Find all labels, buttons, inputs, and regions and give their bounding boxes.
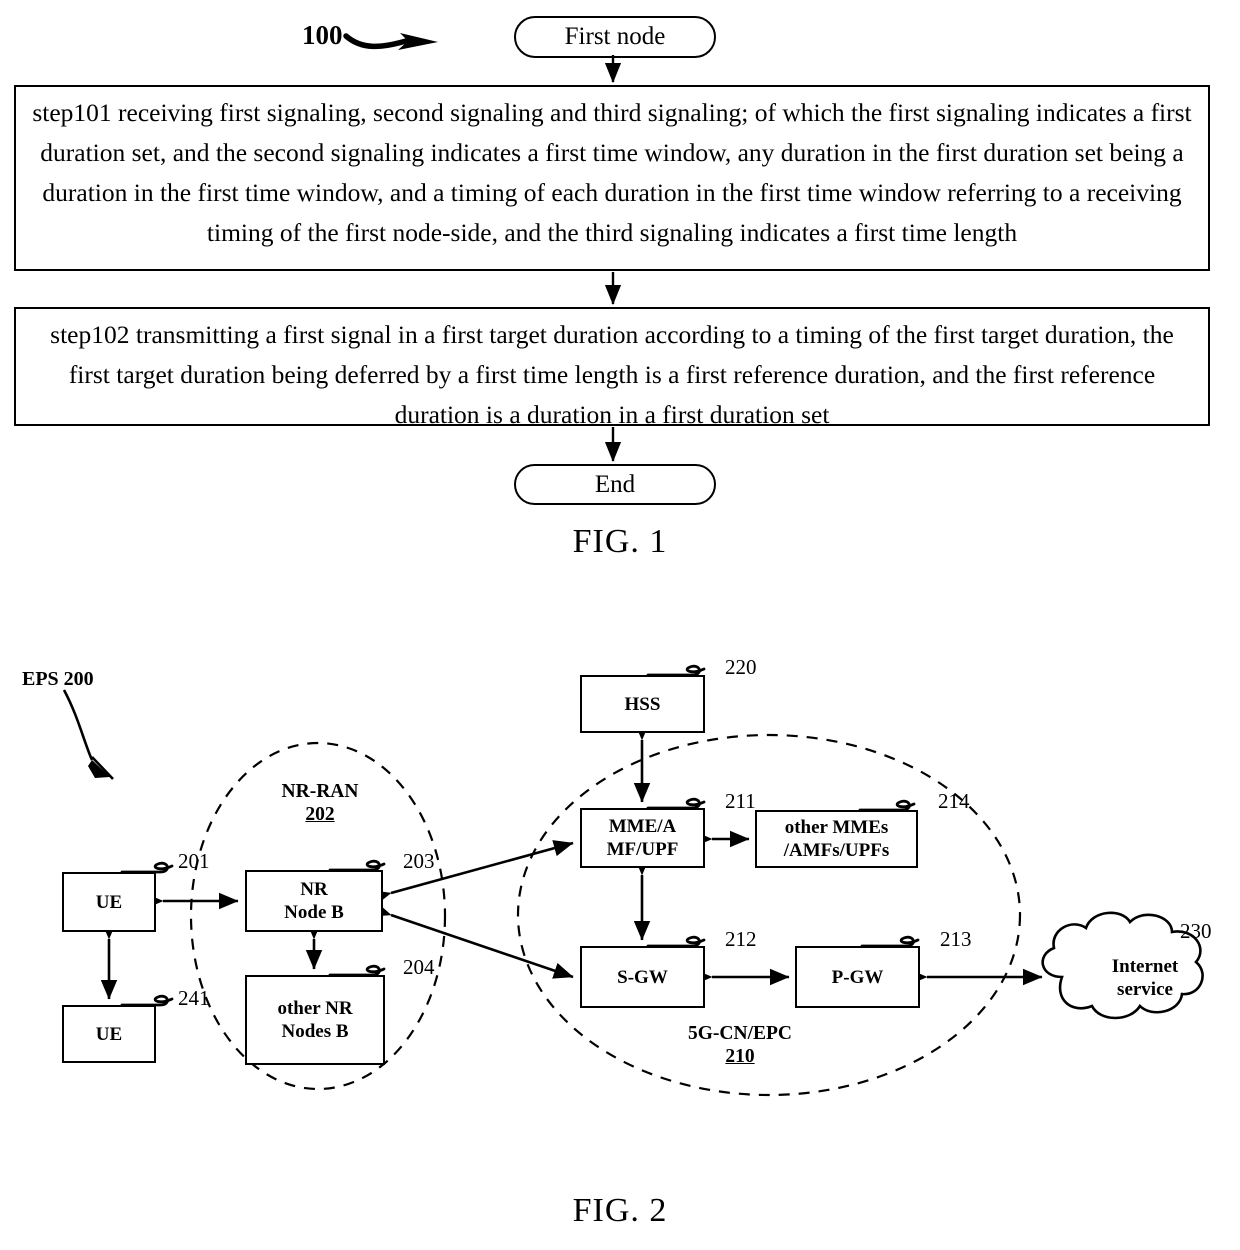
reference-numeral-230: 230 [1180, 919, 1212, 943]
node-box-ue-201: UE [62, 872, 156, 932]
reference-numeral-212: 212 [725, 927, 757, 951]
node-box-other-mmes: other MMEs /AMFs/UPFs [755, 810, 918, 868]
cloud-label-internet-service: Internet service [1060, 955, 1230, 1001]
group-label-5gcn-epc-ref: 210 [725, 1046, 755, 1067]
group-label-nr-ran: NR-RAN 202 [240, 780, 400, 826]
reference-numeral-214: 214 [938, 789, 970, 813]
node-label-line: MF/UPF [606, 839, 679, 860]
node-label-line: UE [95, 1023, 123, 1045]
node-label-line: Node B [284, 902, 344, 923]
flow-end-node: End [514, 464, 716, 505]
patent-figure-sheet: 100 First node step101 receiving first s… [0, 0, 1240, 1250]
node-label-line: Internet [1111, 956, 1179, 977]
reference-numeral-203: 203 [403, 849, 435, 873]
reference-numeral-211: 211 [725, 789, 756, 813]
eps-system-label: EPS 200 [22, 668, 94, 690]
node-label-line: other MMEs [784, 817, 889, 838]
group-label-nr-ran-ref: 202 [305, 804, 335, 825]
reference-numeral-241: 241 [178, 986, 210, 1010]
node-label-line: Nodes B [281, 1021, 349, 1042]
node-label-line: /AMFs/UPFs [783, 840, 890, 861]
figure1-reference-numeral: 100 [302, 20, 343, 50]
node-box-s-gw: S-GW [580, 946, 705, 1008]
lead-line-100 [343, 33, 438, 50]
node-box-ue-241: UE [62, 1005, 156, 1063]
node-label-line: HSS [624, 693, 661, 715]
node-label-line: S-GW [617, 966, 668, 988]
node-label-line: P-GW [831, 966, 884, 988]
node-box-hss: HSS [580, 675, 705, 733]
group-label-5gcn-epc: 5G-CN/EPC 210 [620, 1022, 860, 1068]
flow-step-102-box: step102 transmitting a first signal in a… [14, 307, 1210, 426]
node-label-line: MME/A [608, 816, 677, 837]
node-box-other-nr-nodes-b: other NR Nodes B [245, 975, 385, 1065]
flow-start-node: First node [514, 16, 716, 58]
reference-numeral-220: 220 [725, 655, 757, 679]
node-label-line: service [1117, 979, 1173, 1000]
node-label-line: UE [95, 891, 123, 913]
reference-numeral-213: 213 [940, 927, 972, 951]
flow-step-101-box: step101 receiving first signaling, secon… [14, 85, 1210, 271]
reference-numeral-201: 201 [178, 849, 210, 873]
node-label-line: NR [300, 879, 328, 900]
group-label-nr-ran-text: NR-RAN [281, 781, 359, 802]
figure1-caption: FIG. 1 [572, 523, 668, 560]
lead-line-eps-200 [62, 689, 114, 780]
figure2-caption: FIG. 2 [572, 1192, 668, 1229]
node-box-mme-amf-upf: MME/A MF/UPF [580, 808, 705, 868]
node-box-nr-node-b: NR Node B [245, 870, 383, 932]
node-label-line: other NR [277, 998, 353, 1019]
group-label-5gcn-epc-text: 5G-CN/EPC [688, 1023, 792, 1044]
reference-numeral-204: 204 [403, 955, 435, 979]
node-box-p-gw: P-GW [795, 946, 920, 1008]
